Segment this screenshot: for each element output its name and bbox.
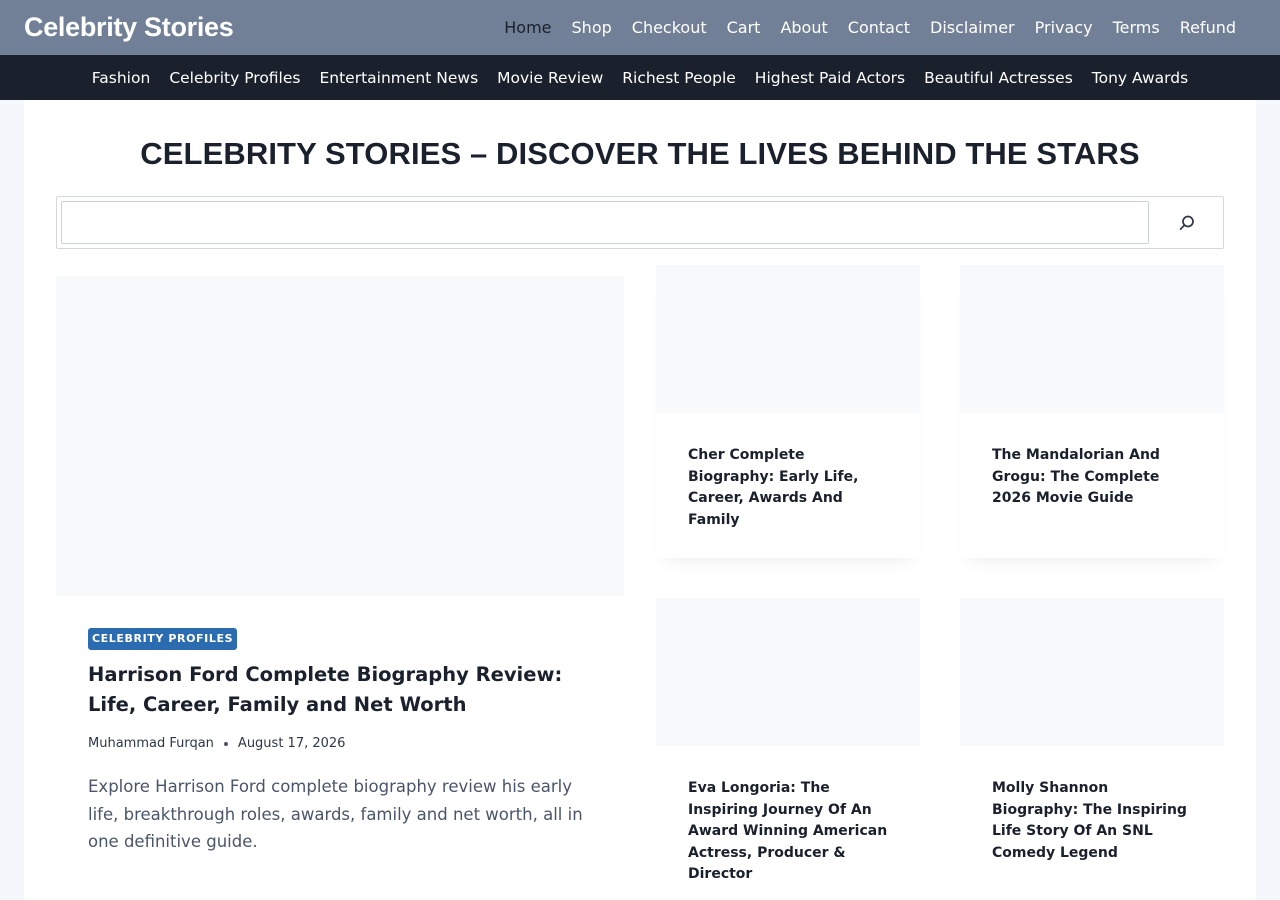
post-card: Cher Complete Biography: Early Life, Car… — [656, 265, 920, 558]
site-header: Celebrity Stories Home Shop Checkout Car… — [0, 0, 1280, 55]
subnav-movie-review[interactable]: Movie Review — [488, 69, 613, 87]
post-card: Molly Shannon Biography: The Inspiring L… — [960, 598, 1224, 900]
post-excerpt: Explore Harrison Ford complete biography… — [88, 777, 583, 851]
nav-terms[interactable]: Terms — [1103, 18, 1170, 37]
search-icon — [1179, 215, 1194, 230]
nav-refund[interactable]: Refund — [1170, 18, 1246, 37]
nav-home[interactable]: Home — [494, 18, 561, 37]
post-card: The Mandalorian And Grogu: The Complete … — [960, 265, 1224, 558]
category-badge[interactable]: CELEBRITY PROFILES — [88, 628, 238, 650]
post-card-image[interactable] — [960, 265, 1224, 413]
post-meta: Muhammad Furqan August 17, 2026 — [88, 736, 345, 751]
nav-checkout[interactable]: Checkout — [622, 18, 717, 37]
post-card-title[interactable]: Molly Shannon Biography: The Inspiring L… — [992, 778, 1192, 864]
nav-shop[interactable]: Shop — [562, 18, 622, 37]
post-card-image[interactable] — [656, 265, 920, 413]
post-author[interactable]: Muhammad Furqan — [88, 736, 214, 751]
post-card-image[interactable] — [656, 598, 920, 746]
secondary-nav: Fashion Celebrity Profiles Entertainment… — [0, 55, 1280, 100]
subnav-fashion[interactable]: Fashion — [82, 69, 160, 87]
post-card-image[interactable] — [960, 598, 1224, 746]
nav-about[interactable]: About — [770, 18, 837, 37]
subnav-celebrity-profiles[interactable]: Celebrity Profiles — [160, 69, 310, 87]
search-input[interactable] — [61, 201, 1149, 244]
search-button[interactable] — [1151, 197, 1223, 248]
site-title[interactable]: Celebrity Stories — [24, 12, 234, 43]
post-card-title[interactable]: Cher Complete Biography: Early Life, Car… — [688, 445, 888, 531]
nav-cart[interactable]: Cart — [717, 18, 771, 37]
subnav-richest-people[interactable]: Richest People — [613, 69, 746, 87]
search-form — [56, 196, 1224, 249]
subnav-beautiful-actresses[interactable]: Beautiful Actresses — [915, 69, 1083, 87]
featured-post-image[interactable] — [56, 276, 624, 596]
post-card-title[interactable]: The Mandalorian And Grogu: The Complete … — [992, 445, 1192, 510]
post-date: August 17, 2026 — [237, 736, 346, 751]
nav-disclaimer[interactable]: Disclaimer — [920, 18, 1025, 37]
post-card-title[interactable]: Eva Longoria: The Inspiring Journey Of A… — [688, 778, 888, 886]
subnav-tony-awards[interactable]: Tony Awards — [1082, 69, 1197, 87]
subnav-entertainment-news[interactable]: Entertainment News — [310, 69, 488, 87]
meta-separator — [223, 741, 228, 746]
nav-privacy[interactable]: Privacy — [1025, 18, 1103, 37]
subnav-highest-paid-actors[interactable]: Highest Paid Actors — [745, 69, 914, 87]
featured-post-title[interactable]: Harrison Ford Complete Biography Review:… — [88, 660, 588, 720]
nav-contact[interactable]: Contact — [838, 18, 920, 37]
post-card: Eva Longoria: The Inspiring Journey Of A… — [656, 598, 920, 900]
primary-nav: Home Shop Checkout Cart About Contact Di… — [494, 18, 1246, 37]
main-content: CELEBRITY STORIES – DISCOVER THE LIVES B… — [24, 100, 1256, 900]
page-title: CELEBRITY STORIES – DISCOVER THE LIVES B… — [140, 136, 1140, 171]
